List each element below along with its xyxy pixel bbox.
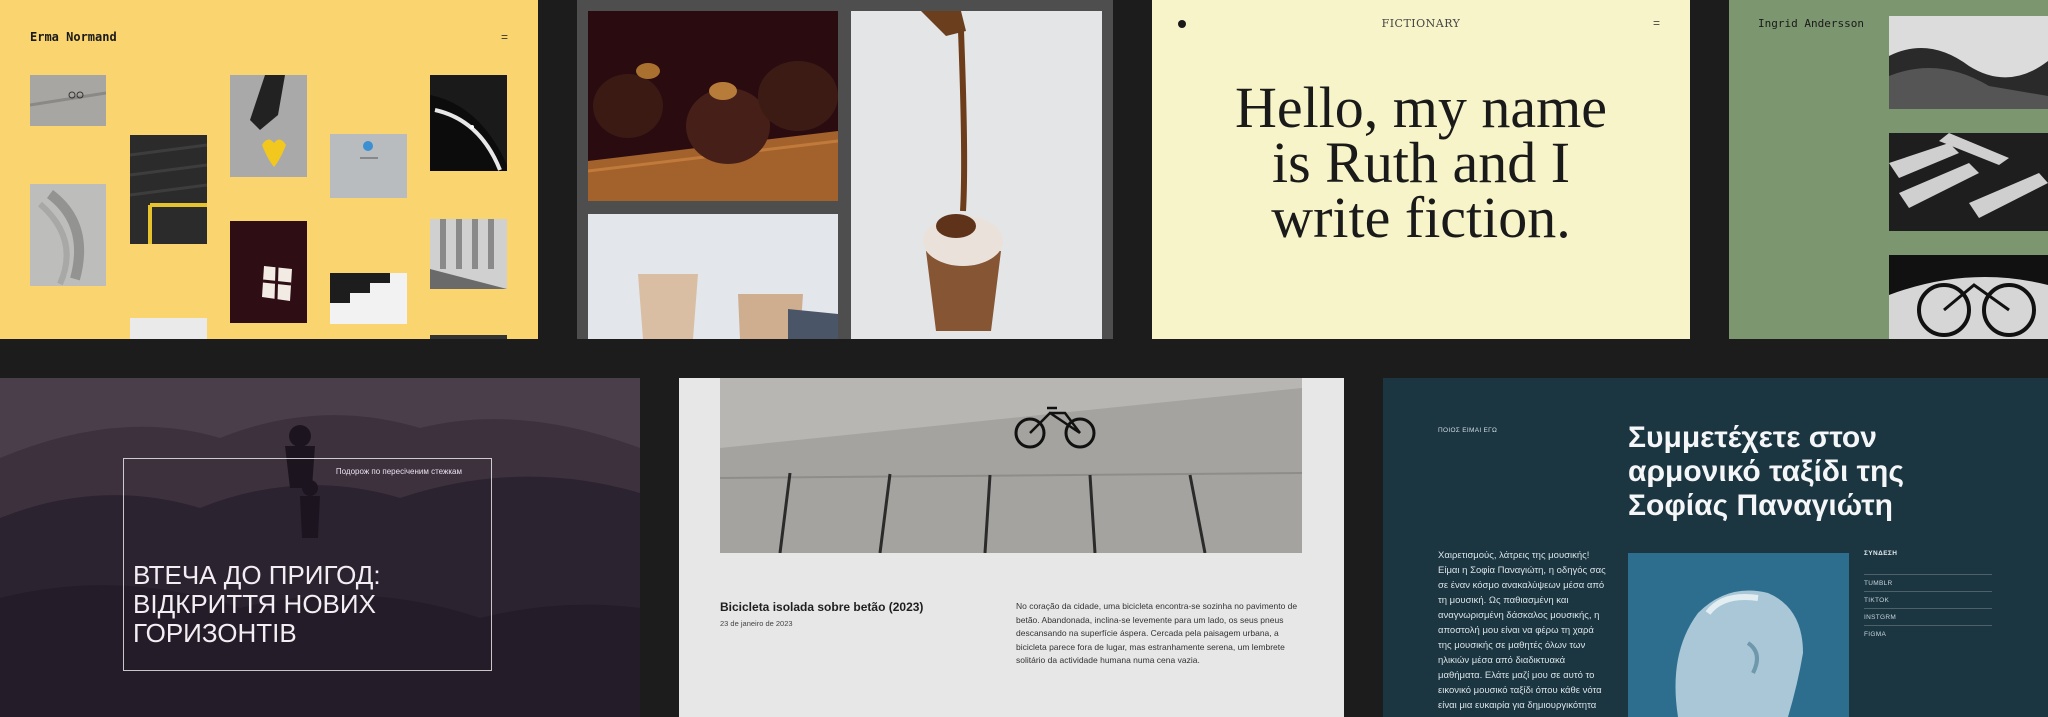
dunes-photo[interactable] <box>1889 16 2048 109</box>
section-kicker: ΠΟΙΟΣ ΕΙΜΑΙ ΕΓΩ <box>1438 427 1498 434</box>
social-link-tumblr[interactable]: TUMBLR <box>1864 574 1992 587</box>
tile-bicicleta[interactable]: Bicicleta isolada sobre betão (2023) 23 … <box>679 378 1344 717</box>
menu-icon[interactable]: = <box>1653 16 1660 30</box>
post-body: No coração da cidade, uma bicicleta enco… <box>1016 601 1298 665</box>
thumbnail-bicycle-photo[interactable] <box>30 75 106 126</box>
social-links-title: ΣΥΝΔΕΣΗ <box>1864 550 1898 557</box>
thumbnail-aerial-photo[interactable] <box>330 134 407 198</box>
crosswalk-photo[interactable] <box>1889 133 2048 231</box>
site-brand[interactable]: FICTIONARY <box>1152 17 1690 30</box>
site-title[interactable]: Erma Normand <box>30 30 117 44</box>
thumbnail-window-photo[interactable] <box>230 221 307 323</box>
menu-icon[interactable]: = <box>501 30 508 44</box>
thumbnail-curve-photo[interactable] <box>430 75 507 171</box>
tile-greek-music-teacher[interactable]: ΠΟΙΟΣ ΕΙΜΑΙ ΕΓΩ Συμμετέχετε στον αρμονικ… <box>1383 378 2048 717</box>
social-link-instagram[interactable]: INSTGRM <box>1864 608 1992 621</box>
intro-paragraph: Χαιρετισμούς, λάτρεις της μουσικής! Είμα… <box>1438 550 1606 717</box>
thumbnail-partial-photo-2[interactable] <box>430 335 507 339</box>
bicycle-on-concrete-photo[interactable] <box>720 378 1302 553</box>
tile-ukrainian-adventure[interactable]: Подорож по пересіченим стежкам ВТЕЧА ДО … <box>0 378 640 717</box>
tile-ingrid-andersson[interactable]: Ingrid Andersson <box>1729 0 2048 339</box>
pouring-chocolate-photo[interactable] <box>851 11 1102 339</box>
thumbnail-shadow-heart-photo[interactable] <box>230 75 307 177</box>
chocolate-dessert-photo[interactable] <box>588 11 838 201</box>
social-link-figma[interactable]: FIGMA <box>1864 625 1992 638</box>
statue-photo[interactable] <box>1628 553 1849 717</box>
drinks-photo[interactable] <box>588 214 838 339</box>
hero-headline: Συμμετέχετε στον αρμονικό ταξίδι της Σοφ… <box>1628 421 1904 522</box>
thumbnail-stairs-photo[interactable] <box>130 135 207 244</box>
social-link-tiktok[interactable]: TIKTOK <box>1864 591 1992 604</box>
thumbnail-leaf-photo[interactable] <box>30 184 106 286</box>
bicycle-photo[interactable] <box>1889 255 2048 339</box>
tile-food-gallery[interactable] <box>577 0 1113 339</box>
tile-erma-normand[interactable]: Erma Normand = <box>0 0 538 339</box>
thumbnail-partial-photo[interactable] <box>130 318 207 339</box>
thumbnail-pillars-photo[interactable] <box>430 219 507 289</box>
hero-headline: Hello, my name is Ruth and I write ficti… <box>1192 75 1650 250</box>
hero-headline-line-1: Hello, my name <box>1234 75 1608 140</box>
hero-headline: ВТЕЧА ДО ПРИГОД: ВІДКРИТТЯ НОВИХ ГОРИЗОН… <box>133 560 381 648</box>
thumbnail-white-steps-photo[interactable] <box>330 273 407 324</box>
hero-headline-line-3: write fiction. <box>1271 185 1571 250</box>
site-title[interactable]: Ingrid Andersson <box>1758 17 1864 30</box>
post-date: 23 de janeiro de 2023 <box>720 619 793 628</box>
post-title[interactable]: Bicicleta isolada sobre betão (2023) <box>720 600 923 614</box>
hero-headline-line-2: is Ruth and I <box>1271 130 1571 195</box>
hero-caption: Подорож по пересіченим стежкам <box>335 467 462 476</box>
tile-fictionary[interactable]: FICTIONARY = Hello, my name is Ruth and … <box>1152 0 1690 339</box>
